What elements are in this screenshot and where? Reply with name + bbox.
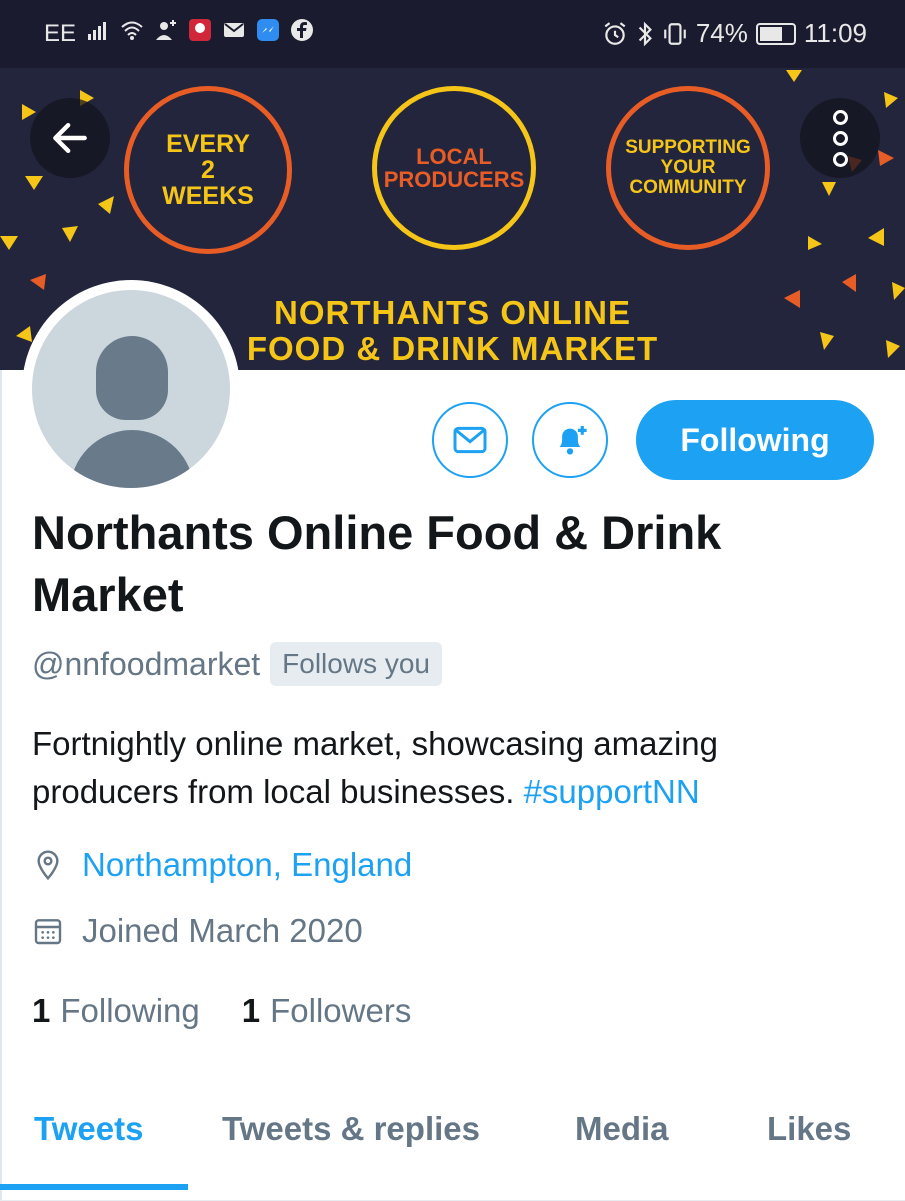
back-button[interactable] xyxy=(30,98,110,178)
location-row: Northampton, England xyxy=(32,846,412,884)
bio-hashtag-link[interactable]: #supportNN xyxy=(524,773,700,810)
calendar-icon xyxy=(34,919,62,945)
status-icons-left xyxy=(86,18,314,42)
tab-tweets-replies[interactable]: Tweets & replies xyxy=(222,1110,480,1148)
back-arrow-icon xyxy=(53,122,87,154)
tab-media[interactable]: Media xyxy=(575,1110,669,1148)
joined-row: Joined March 2020 xyxy=(32,912,363,950)
default-avatar-icon xyxy=(32,290,230,488)
more-dots-icon xyxy=(832,109,848,125)
messenger-icon xyxy=(257,19,279,41)
banner-circle1-text: EVERY 2 WEEKS xyxy=(162,129,254,211)
followers-count-link[interactable]: 1 Followers xyxy=(242,992,412,1030)
clock: 11:09 xyxy=(803,18,867,48)
more-options-button[interactable] xyxy=(800,98,880,178)
alarm-icon xyxy=(604,21,626,45)
avatar[interactable] xyxy=(22,280,240,498)
battery-percent: 74% xyxy=(695,18,748,48)
profile-name: Northants Online Food & Drink Market xyxy=(32,506,722,621)
wifi-icon xyxy=(121,21,143,40)
followers-count: 1 xyxy=(241,992,261,1029)
joined-date: Joined March 2020 xyxy=(82,912,363,949)
gmail-icon xyxy=(224,23,244,37)
signal-icon xyxy=(88,22,106,40)
tab-likes[interactable]: Likes xyxy=(767,1110,851,1148)
vibrate-icon xyxy=(663,22,686,45)
banner-circle-local-producers: LOCAL PRODUCERS xyxy=(372,86,536,250)
handle-row: @nnfoodmarket Follows you xyxy=(32,642,442,686)
location-pin-icon xyxy=(37,850,59,881)
battery-icon xyxy=(755,22,796,45)
left-border xyxy=(0,370,2,1200)
status-icons-right: 74% 11:09 xyxy=(602,18,867,49)
bluetooth-icon xyxy=(638,21,652,46)
following-button[interactable]: Following xyxy=(636,400,874,480)
message-button[interactable] xyxy=(432,402,508,478)
location-link[interactable]: Northampton, England xyxy=(82,846,412,884)
envelope-icon xyxy=(453,426,487,454)
following-label: Following xyxy=(60,992,200,1029)
person-add-icon xyxy=(156,20,176,40)
tab-tweets[interactable]: Tweets xyxy=(34,1110,143,1148)
active-tab-indicator xyxy=(0,1184,188,1190)
banner-circle-supporting-community: SUPPORTING YOUR COMMUNITY xyxy=(606,86,770,250)
carrier-label: EE xyxy=(44,20,77,47)
banner-circle3-text: SUPPORTING YOUR COMMUNITY xyxy=(625,137,751,198)
following-count: 1 xyxy=(32,992,51,1029)
follow-counts: 1 Following 1 Followers xyxy=(32,992,411,1030)
bell-plus-icon xyxy=(559,426,587,455)
profile-handle: @nnfoodmarket xyxy=(32,645,261,682)
followers-label: Followers xyxy=(270,992,412,1029)
banner-circle2-text: LOCAL PRODUCERS xyxy=(383,143,525,192)
huawei-app-icon xyxy=(189,19,211,41)
notifications-button[interactable] xyxy=(532,402,608,478)
following-count-link[interactable]: 1 Following xyxy=(32,992,200,1030)
status-bar: EE 74% 11:09 xyxy=(0,0,905,68)
profile-bio: Fortnightly online market, showcasing am… xyxy=(32,720,872,816)
facebook-icon xyxy=(291,19,313,41)
banner-circle-every-2-weeks: EVERY 2 WEEKS xyxy=(124,86,292,254)
follows-you-badge: Follows you xyxy=(270,642,442,686)
